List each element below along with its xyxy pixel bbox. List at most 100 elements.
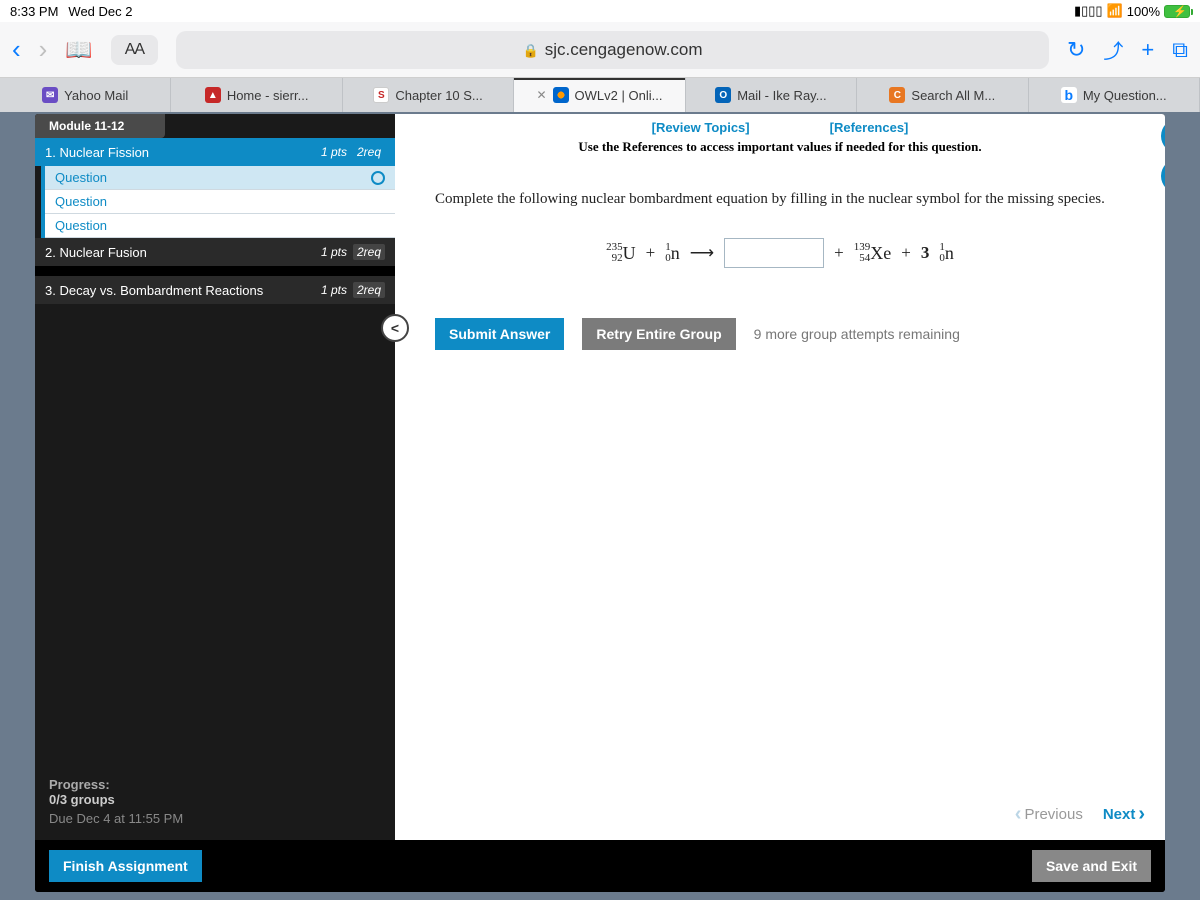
sidebar-item-decay[interactable]: 3. Decay vs. Bombardment Reactions 1 pts… [35, 276, 395, 304]
app-content: Module 11-12 1. Nuclear Fission 1 pts 2re… [0, 112, 1200, 900]
battery-pct: 100% [1127, 4, 1160, 19]
progress-groups: 0/3 groups [49, 792, 381, 807]
req-label: 2req [353, 282, 385, 298]
reload-icon[interactable]: ↻ [1067, 37, 1085, 63]
plus-sign: + [901, 243, 911, 263]
module-tab[interactable]: Module 11-12 [35, 114, 165, 138]
attempts-remaining: 9 more group attempts remaining [754, 326, 960, 342]
tabs-overview-icon[interactable]: ⧉ [1172, 37, 1188, 63]
progress-block: Progress: 0/3 groups Due Dec 4 at 11:55 … [35, 763, 395, 840]
owl-icon [553, 87, 569, 103]
tab-label: Search All M... [911, 88, 995, 103]
tab-strip: ✉ Yahoo Mail ▲Home - sierr... S Chapter 10… [0, 78, 1200, 112]
finish-assignment-button[interactable]: Finish Assignment [49, 850, 202, 882]
chevron-right-icon: › [1138, 803, 1145, 826]
references-note: Use the References to access important v… [419, 139, 1141, 155]
retry-group-button[interactable]: Retry Entire Group [582, 318, 735, 350]
support-widgets: ? [1161, 119, 1165, 193]
url-text: sjc.cengagenow.com [545, 40, 703, 60]
mail-icon: ✉ [42, 87, 58, 103]
element-symbol: n [945, 243, 954, 264]
element-symbol: Xe [870, 243, 891, 264]
text-size-button[interactable]: AA [111, 35, 158, 65]
help-button[interactable]: ? [1161, 159, 1165, 193]
lock-icon [523, 40, 539, 60]
chevron-left-icon: ‹ [1015, 803, 1022, 826]
atomic-number: 54 [854, 253, 871, 264]
section-title: 1. Nuclear Fission [45, 145, 149, 160]
submit-answer-button[interactable]: Submit Answer [435, 318, 564, 350]
status-ring-icon [371, 171, 385, 185]
coefficient: 3 [921, 243, 930, 262]
element-symbol: U [623, 243, 636, 264]
ipad-status-bar: 8:33 PM Wed Dec 2 ▮▯▯▯ 📶 100% ⚡ [0, 0, 1200, 22]
review-topics-link[interactable]: [Review Topics] [652, 120, 750, 135]
tab-owlv2[interactable]: ✕ OWLv2 | Onli... [514, 78, 685, 112]
status-time: 8:33 PM [10, 4, 58, 19]
nav-label: Next [1103, 806, 1136, 823]
tab-label: Yahoo Mail [64, 88, 128, 103]
list-item[interactable]: Question [45, 166, 395, 190]
nav-label: Previous [1024, 806, 1082, 823]
element-symbol: n [671, 243, 680, 264]
question-label: Question [55, 194, 107, 209]
home-icon: ▲ [205, 87, 221, 103]
references-link[interactable]: [References] [830, 120, 909, 135]
tab-yahoo-mail[interactable]: ✉ Yahoo Mail [0, 78, 171, 112]
sidebar-item-fission[interactable]: 1. Nuclear Fission 1 pts 2req [35, 138, 395, 166]
share-icon[interactable]: ⤴ [1103, 35, 1123, 64]
b-icon: b [1061, 87, 1077, 103]
status-date: Wed Dec 2 [68, 4, 132, 19]
question-prompt: Complete the following nuclear bombardme… [435, 191, 1125, 208]
plus-sign: + [646, 243, 656, 263]
question-label: Question [55, 218, 107, 233]
sidebar-item-fusion[interactable]: 2. Nuclear Fusion 1 pts2req [35, 238, 395, 266]
section-title: 3. Decay vs. Bombardment Reactions [45, 283, 263, 298]
section-title: 2. Nuclear Fusion [45, 245, 147, 260]
next-link[interactable]: Next› [1103, 803, 1145, 826]
forward-button[interactable]: › [39, 34, 48, 65]
arrow-icon: ⟶ [690, 243, 714, 263]
support-chat-button[interactable] [1161, 119, 1165, 153]
tab-label: Chapter 10 S... [395, 88, 482, 103]
close-tab-icon[interactable]: ✕ [536, 88, 546, 102]
wifi-icon: 📶 [1107, 3, 1123, 19]
tab-label: OWLv2 | Onli... [575, 88, 663, 103]
atomic-number: 92 [606, 253, 623, 264]
chegg-icon: C [889, 87, 905, 103]
assignment-sidebar: Module 11-12 1. Nuclear Fission 1 pts 2re… [35, 114, 395, 840]
bookmarks-icon[interactable]: 📖 [65, 37, 92, 63]
new-tab-icon[interactable]: + [1141, 37, 1154, 63]
back-button[interactable]: ‹ [12, 34, 21, 65]
signal-icon: ▮▯▯▯ [1074, 3, 1103, 19]
tab-chegg[interactable]: C Search All M... [857, 78, 1028, 112]
equation: 23592U + 10n ⟶ + 13954Xe + 3 10n [435, 238, 1125, 268]
pts-label: 1 pts [321, 283, 347, 297]
question-panel: [Review Topics] [References] Use the Ref… [395, 114, 1165, 840]
collapse-sidebar-handle[interactable] [381, 314, 409, 342]
tab-outlook[interactable]: OMail - Ike Ray... [686, 78, 857, 112]
save-and-exit-button[interactable]: Save and Exit [1032, 850, 1151, 882]
question-label: Question [55, 170, 107, 185]
tab-chapter[interactable]: S Chapter 10 S... [343, 78, 514, 112]
req-label: 2req [353, 144, 385, 160]
list-item[interactable]: Question [45, 214, 395, 238]
tab-label: Mail - Ike Ray... [737, 88, 826, 103]
battery-icon: ⚡ [1164, 5, 1190, 18]
tab-home[interactable]: ▲Home - sierr... [171, 78, 342, 112]
s-icon: S [373, 87, 389, 103]
progress-title: Progress: [49, 777, 381, 792]
browser-toolbar: ‹ › 📖 AA sjc.cengagenow.com ↻ ⤴ + ⧉ [0, 22, 1200, 78]
plus-sign: + [834, 243, 844, 263]
missing-species-input[interactable] [724, 238, 824, 268]
previous-link[interactable]: ‹Previous [1015, 803, 1083, 826]
tab-bartleby[interactable]: b My Question... [1029, 78, 1200, 112]
question-list: Question Question Question [41, 166, 395, 238]
tab-label: My Question... [1083, 88, 1167, 103]
address-bar[interactable]: sjc.cengagenow.com [176, 31, 1049, 69]
pts-label: 1 pts [321, 145, 347, 159]
progress-due: Due Dec 4 at 11:55 PM [49, 811, 381, 826]
pts-label: 1 pts [321, 245, 347, 259]
owl-frame: Module 11-12 1. Nuclear Fission 1 pts 2re… [35, 114, 1165, 892]
list-item[interactable]: Question [45, 190, 395, 214]
